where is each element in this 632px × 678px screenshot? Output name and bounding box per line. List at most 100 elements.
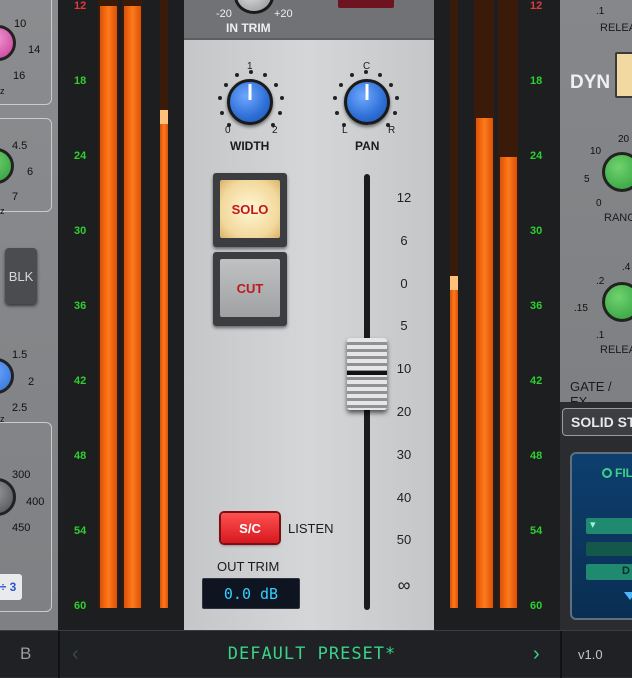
knob-scale-dot — [223, 82, 228, 87]
knob-scale-dot — [234, 73, 239, 78]
knob-scale-dot — [393, 110, 398, 115]
meter-left-tick: 60 — [74, 600, 87, 612]
in-trim-label: IN TRIM — [226, 21, 271, 35]
meter-right-tick: 24 — [530, 150, 543, 162]
knob-scale-dot — [219, 110, 224, 115]
pan-left-label: L — [342, 125, 348, 136]
meter-left-tick: 24 — [74, 150, 87, 162]
meter-right-tick: 36 — [530, 300, 543, 312]
pan-label: PAN — [355, 139, 380, 153]
left-corner-letter-3: z — [0, 414, 5, 424]
left-tick-column: 12 18 24 30 36 42 48 54 60 — [58, 0, 98, 630]
knob2-label-45: 4.5 — [12, 140, 28, 152]
release-label-top: RELEA — [600, 22, 632, 34]
meter-left-tick: 30 — [74, 225, 87, 237]
cut-button[interactable]: CUT — [213, 252, 287, 326]
meter-right-fill-1 — [450, 276, 458, 608]
fader-scale-label: 6 — [400, 232, 408, 248]
solid-state-button[interactable]: SOLID ST — [562, 408, 632, 436]
release2-label: RELEA — [600, 344, 632, 356]
meter-left-tick: 54 — [74, 525, 87, 537]
blk-button[interactable]: BLK — [5, 248, 37, 304]
knob-scale-dot — [349, 73, 354, 78]
knob-scale-dot — [263, 73, 268, 78]
knob1-label-14: 14 — [28, 44, 41, 56]
release2-label-04: .4 — [622, 262, 631, 273]
meter-left-tick: 36 — [74, 300, 87, 312]
range-label-10: 10 — [590, 146, 602, 157]
fader-scale-label: 5 — [400, 318, 408, 334]
meter-left-peak — [160, 110, 168, 124]
right-panel-lower: SOLID ST FIL ▾ D — [560, 402, 632, 630]
meter-right-tick: 48 — [530, 450, 543, 462]
pan-top-label: C — [363, 61, 371, 72]
width-left-label: 0 — [225, 125, 231, 136]
knob2-label-6: 6 — [27, 166, 34, 178]
range-knob[interactable] — [602, 152, 632, 192]
knob4-label-450: 450 — [12, 522, 31, 534]
fader-scale-label: 12 — [396, 190, 412, 205]
width-top-label: 1 — [247, 61, 253, 72]
fil-label: FIL — [615, 466, 632, 480]
meter-right-tick: 54 — [530, 525, 543, 537]
filter-dropdown-2[interactable]: D — [586, 564, 632, 580]
left-corner-letter-2: z — [0, 206, 5, 216]
preset-name[interactable]: DEFAULT PRESET* — [64, 630, 560, 677]
dyn-in-button[interactable] — [615, 52, 632, 98]
sc-listen-button[interactable]: S/C — [221, 513, 279, 543]
knob4-label-400: 400 — [26, 496, 45, 508]
meter-right-tick: 30 — [530, 225, 543, 237]
fader-scale-label: 10 — [396, 361, 412, 377]
listen-label: LISTEN — [288, 521, 334, 536]
knob-scale-dot — [394, 96, 399, 101]
meter-right-tick: 60 — [530, 600, 543, 612]
meter-left-fill-3 — [160, 112, 168, 608]
knob-scale-dot — [334, 110, 339, 115]
in-trim-max: +20 — [274, 8, 293, 20]
fil-indicator-icon[interactable] — [602, 468, 612, 478]
dropdown-1-arrow: ▾ — [590, 519, 596, 531]
next-preset-icon[interactable]: › — [533, 643, 540, 666]
release2-label-015: .15 — [574, 303, 588, 314]
knob-scale-dot — [389, 82, 394, 87]
width-knob[interactable] — [227, 79, 273, 125]
filter-display: FIL ▾ D — [570, 452, 632, 620]
out-trim-display[interactable]: 0.0 dB — [202, 578, 300, 609]
top-red-button[interactable] — [338, 0, 394, 8]
knob-scale-dot — [218, 96, 223, 101]
fader-handle[interactable] — [347, 338, 387, 410]
left-knob-blue[interactable] — [0, 358, 14, 394]
meter-right-fill-3 — [500, 157, 517, 608]
meter-left-tick: 12 — [74, 0, 87, 12]
meter-right-tick: 12 — [530, 0, 543, 12]
out-trim-label: OUT TRIM — [217, 559, 280, 574]
meter-left-fill-1 — [100, 6, 117, 608]
solo-button[interactable]: SOLO — [213, 173, 287, 247]
meter-right-fill-2 — [476, 118, 493, 608]
knob-scale-dot — [279, 96, 284, 101]
filter-down-arrow-icon[interactable] — [624, 592, 632, 600]
out-trim-value: 0.0 dB — [223, 584, 279, 603]
release2-label-02: .2 — [596, 276, 605, 287]
knob-scale-dot — [378, 73, 383, 78]
solo-label: SOLO — [231, 201, 269, 217]
knob3-label-25: 2.5 — [12, 402, 28, 414]
range-label-20: 20 — [618, 134, 630, 145]
release-value-top: .1 — [596, 6, 605, 17]
meter-right-tick: 42 — [530, 375, 543, 387]
release-knob[interactable] — [602, 282, 632, 322]
knob2-label-7: 7 — [12, 191, 19, 203]
knob3-label-15: 1.5 — [12, 349, 28, 361]
knob-scale-dot — [274, 82, 279, 87]
pan-knob[interactable] — [344, 79, 390, 125]
pan-right-label: R — [388, 125, 396, 136]
preset-name-label: DEFAULT PRESET* — [227, 643, 397, 664]
fader-scale-label: 0 — [400, 275, 408, 291]
left-letter[interactable]: B — [20, 644, 31, 664]
knob1-label-10: 10 — [14, 18, 27, 30]
knob-scale-dot — [278, 110, 283, 115]
divide-button[interactable]: ÷ 3 — [0, 574, 22, 600]
filter-dropdown-1[interactable]: ▾ — [586, 518, 632, 534]
width-label: WIDTH — [230, 139, 270, 153]
in-trim-knob[interactable] — [234, 0, 274, 14]
